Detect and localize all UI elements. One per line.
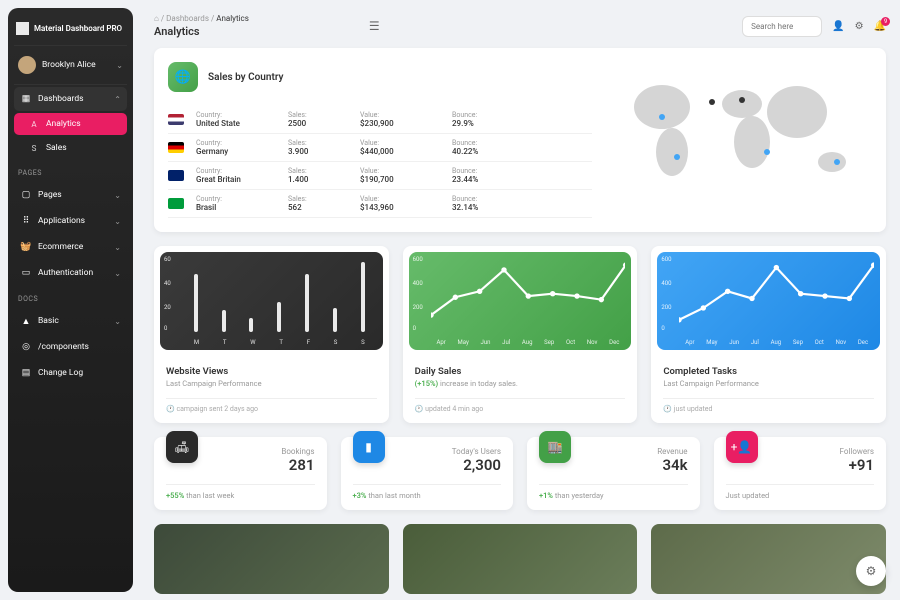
property-image-3[interactable]	[651, 524, 886, 594]
dashboard-icon: ▦	[20, 93, 32, 105]
stat-followers: +👤 Followers +91 Just updated	[714, 437, 887, 510]
chevron-down-icon: ⌄	[114, 243, 121, 252]
rocket-icon: ▲	[20, 315, 32, 327]
main-content: ⌂ / Dashboards / Analytics Analytics ☰ 👤…	[140, 0, 900, 600]
chart-title: Completed Tasks	[663, 366, 874, 377]
store-icon: 🏬	[539, 431, 571, 463]
chart-subtitle: Last Campaign Performance	[166, 379, 377, 388]
stat-users: ▮ Today's Users 2,300 +3% than last mont…	[341, 437, 514, 510]
sidebar: Material Dashboard PRO Brooklyn Alice ⌄ …	[8, 8, 133, 592]
image-icon: ▢	[20, 189, 32, 201]
topbar: ⌂ / Dashboards / Analytics Analytics ☰ 👤…	[154, 14, 886, 38]
topbar-actions: 👤 ⚙ 🔔9	[742, 16, 886, 37]
brand[interactable]: Material Dashboard PRO	[14, 18, 127, 46]
nav-dashboards[interactable]: ▦ Dashboards ⌃	[14, 87, 127, 111]
menu-toggle[interactable]: ☰	[369, 19, 380, 33]
account-icon[interactable]: 👤	[832, 21, 844, 32]
property-image-1[interactable]	[154, 524, 389, 594]
chevron-down-icon: ⌄	[114, 269, 121, 278]
gear-icon[interactable]: ⚙	[855, 21, 864, 32]
chart-subtitle: (+15%) increase in today sales.	[415, 379, 626, 388]
bar-chart-icon: ▮	[353, 431, 385, 463]
line-chart: 600 400 200 0 AprMayJunJulAugSepOctNovDe…	[409, 252, 632, 350]
chevron-up-icon: ⌃	[114, 95, 121, 104]
document-icon: ▭	[20, 267, 32, 279]
chevron-down-icon: ⌄	[114, 191, 121, 200]
table-row: Country:Brasil Sales:562 Value:$143,960 …	[168, 190, 592, 218]
table-row: Country:Great Britain Sales:1.400 Value:…	[168, 162, 592, 190]
bar-chart: 60 40 20 0 MTWTFSS	[160, 252, 383, 350]
chevron-down-icon: ⌄	[114, 217, 121, 226]
brand-icon	[16, 22, 29, 35]
section-docs: DOCS	[14, 287, 127, 307]
completed-tasks-card: 600 400 200 0 AprMayJunJulAugSepOctNovDe…	[651, 246, 886, 423]
home-icon[interactable]: ⌂	[154, 14, 159, 23]
weekend-icon: 🛋	[166, 431, 198, 463]
sales-by-country-card: 🌐 Sales by Country Country:United State …	[154, 48, 886, 232]
chart-title: Daily Sales	[415, 366, 626, 377]
country-table: Country:United State Sales:2500 Value:$2…	[168, 106, 592, 218]
nav-sales[interactable]: S Sales	[14, 137, 127, 159]
breadcrumb: ⌂ / Dashboards / Analytics	[154, 14, 249, 23]
daily-sales-card: 600 400 200 0 AprMayJunJulAugSepOctNovDe…	[403, 246, 638, 423]
view-icon: ◎	[20, 341, 32, 353]
nav-components[interactable]: ◎ /components	[14, 335, 127, 359]
chart-meta: 🕐 updated 4 min ago	[415, 398, 626, 413]
website-views-card: 60 40 20 0 MTWTFSS Website Views Last Ca…	[154, 246, 389, 423]
nav-pages[interactable]: ▢ Pages ⌄	[14, 183, 127, 207]
nav-ecommerce[interactable]: 🧺 Ecommerce ⌄	[14, 235, 127, 259]
page-title: Analytics	[154, 25, 249, 38]
user-name: Brooklyn Alice	[42, 60, 110, 70]
breadcrumb-area: ⌂ / Dashboards / Analytics Analytics	[154, 14, 249, 38]
flag-us	[168, 114, 184, 125]
chart-title: Website Views	[166, 366, 377, 377]
table-row: Country:Germany Sales:3.900 Value:$440,0…	[168, 134, 592, 162]
table-row: Country:United State Sales:2500 Value:$2…	[168, 106, 592, 134]
search-input[interactable]	[742, 16, 822, 37]
receipt-icon: ▤	[20, 367, 32, 379]
stat-revenue: 🏬 Revenue 34k +1% than yesterday	[527, 437, 700, 510]
flag-gb	[168, 170, 184, 181]
chart-meta: 🕐 just updated	[663, 398, 874, 413]
globe-icon: 🌐	[168, 62, 198, 92]
bell-icon[interactable]: 🔔9	[874, 21, 886, 32]
avatar	[18, 56, 36, 74]
nav-authentication[interactable]: ▭ Authentication ⌄	[14, 261, 127, 285]
nav-analytics[interactable]: A Analytics	[14, 113, 127, 135]
notification-badge: 9	[881, 17, 890, 26]
flag-de	[168, 142, 184, 153]
nav-applications[interactable]: ⠿ Applications ⌄	[14, 209, 127, 233]
chevron-down-icon: ⌄	[114, 317, 121, 326]
world-map[interactable]	[612, 62, 872, 202]
basket-icon: 🧺	[20, 241, 32, 253]
flag-br	[168, 198, 184, 209]
property-image-2[interactable]	[403, 524, 638, 594]
person-add-icon: +👤	[726, 431, 758, 463]
nav-changelog[interactable]: ▤ Change Log	[14, 361, 127, 385]
user-menu[interactable]: Brooklyn Alice ⌄	[14, 46, 127, 85]
nav-basic[interactable]: ▲ Basic ⌄	[14, 309, 127, 333]
chevron-down-icon: ⌄	[116, 61, 123, 70]
apps-icon: ⠿	[20, 215, 32, 227]
section-pages: PAGES	[14, 161, 127, 181]
chart-meta: 🕐 campaign sent 2 days ago	[166, 398, 377, 413]
stat-bookings: 🛋 Bookings 281 +55% than last week	[154, 437, 327, 510]
line-chart: 600 400 200 0 AprMayJunJulAugSepOctNovDe…	[657, 252, 880, 350]
chart-subtitle: Last Campaign Performance	[663, 379, 874, 388]
country-card-title: Sales by Country	[208, 72, 283, 83]
settings-fab[interactable]: ⚙	[856, 556, 886, 586]
brand-text: Material Dashboard PRO	[34, 24, 122, 33]
